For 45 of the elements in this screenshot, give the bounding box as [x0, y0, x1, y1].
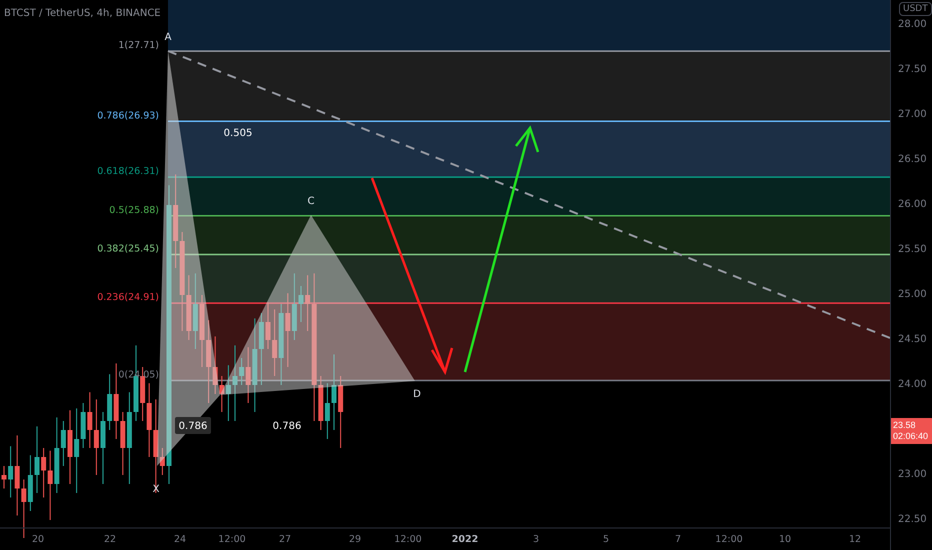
- current-price: 23.58: [893, 420, 917, 431]
- ratio-label: 0.786: [175, 417, 211, 434]
- fib-level-label: 0.236(24.91): [97, 292, 159, 304]
- fib-level-label: 0.382(25.45): [97, 244, 159, 254]
- time-axis-label: 12:00: [394, 534, 422, 545]
- pattern-point-label: A: [164, 32, 172, 43]
- fib-level-label: 0.618(26.31): [97, 166, 159, 178]
- price-axis-label: 24.00: [897, 378, 928, 392]
- time-axis-label: 12:00: [715, 534, 743, 545]
- pattern-point-label: D: [413, 389, 421, 400]
- price-axis-label: 26.00: [897, 198, 928, 212]
- price-axis-label: 27.50: [897, 63, 928, 77]
- time-axis-label: 5: [602, 534, 610, 545]
- time-axis-label: 20: [32, 534, 44, 545]
- price-axis-label: 27.00: [897, 108, 928, 122]
- price-axis-label: 26.50: [897, 153, 928, 167]
- candlestick: [2, 466, 6, 489]
- candlestick: [298, 286, 304, 322]
- time-axis-label: 24: [174, 534, 186, 545]
- time-axis-label: 29: [348, 534, 362, 545]
- time-axis-label: 12: [848, 534, 862, 545]
- time-axis-label: 2022: [452, 534, 478, 545]
- time-axis-label: 7: [674, 534, 682, 545]
- pattern-point-label: C: [308, 196, 314, 207]
- fib-level-label: 0.5(25.88): [109, 204, 159, 216]
- time-axis-label: 27: [278, 534, 292, 545]
- price-axis-label: 25.00: [897, 288, 928, 302]
- time-axis-label: 3: [532, 534, 540, 545]
- time-axis-label: 22: [104, 534, 116, 545]
- time-axis-label: 12:00: [218, 534, 246, 545]
- ratio-label: 0.786: [272, 421, 302, 432]
- chart-title: BTCST / TetherUS, 4h, BINANCE: [4, 8, 161, 19]
- time-axis-label: 10: [778, 534, 792, 545]
- price-axis-label: 23.00: [897, 468, 928, 482]
- ratio-label: 0.505: [224, 128, 252, 139]
- candlestick: [266, 302, 270, 350]
- price-axis-label: 24.50: [897, 333, 928, 347]
- price-axis-label: 28.00: [897, 18, 928, 32]
- currency-label[interactable]: USDT: [899, 2, 932, 16]
- fib-level-label: 1(27.71): [118, 40, 159, 52]
- candlestick: [34, 426, 40, 494]
- fib-level-label: 0.786(26.93): [97, 110, 159, 122]
- price-axis-label: 25.50: [897, 243, 928, 257]
- candle-countdown: 02:06:40: [893, 431, 930, 442]
- price-axis-label: 22.50: [897, 513, 928, 527]
